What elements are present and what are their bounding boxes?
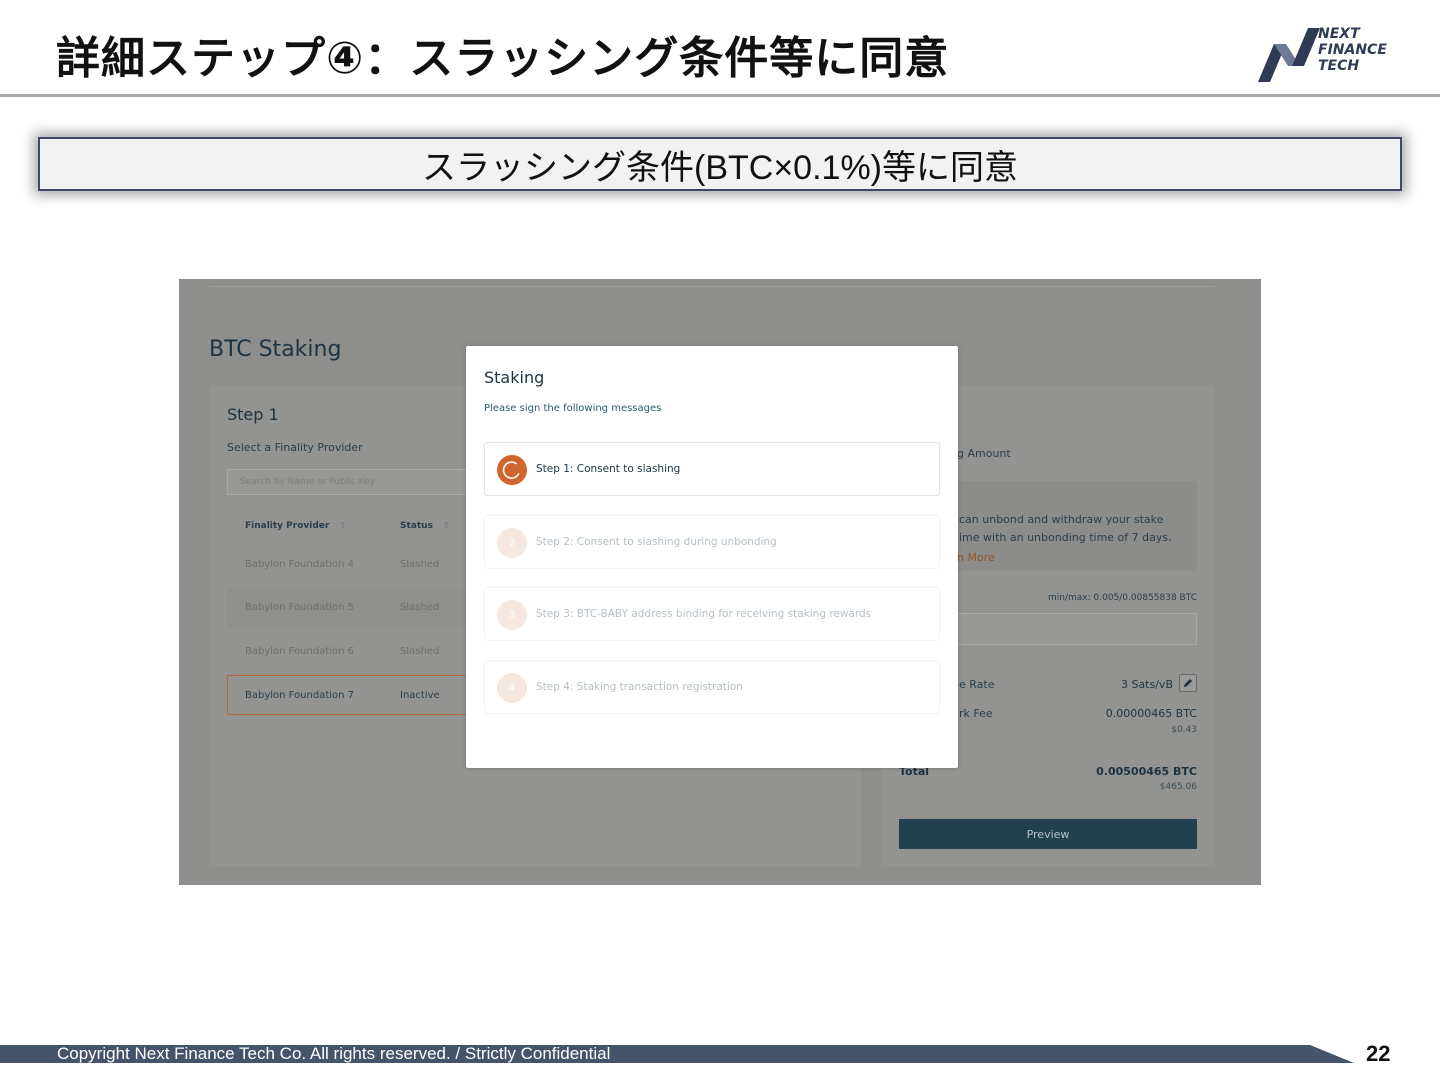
step-item-tx-registration[interactable]: 4 Step 4: Staking transaction registrati… bbox=[484, 660, 940, 714]
network-fee-usd: $0.43 bbox=[1171, 725, 1197, 735]
step-item-address-binding[interactable]: 3 Step 3: BTC-BABY address binding for r… bbox=[484, 587, 940, 641]
table-row[interactable]: Babylon Foundation 6 Slashed bbox=[227, 632, 477, 672]
provider-status: Slashed bbox=[400, 559, 440, 570]
staking-modal: Staking Please sign the following messag… bbox=[466, 346, 958, 768]
header-divider bbox=[0, 94, 1440, 97]
staking-amount-heading: g Amount bbox=[957, 447, 1011, 460]
logo-mark-icon bbox=[1258, 28, 1320, 82]
fee-rate-value: 3 Sats/vB bbox=[1120, 678, 1173, 691]
step-label: Step 3: BTC-BABY address binding for rec… bbox=[536, 608, 872, 620]
loading-spinner-icon bbox=[497, 455, 527, 485]
column-header-status[interactable]: Status ⇕ bbox=[400, 521, 450, 531]
step-number-badge: 4 bbox=[497, 673, 527, 703]
edit-fee-icon[interactable] bbox=[1179, 674, 1197, 692]
preview-button[interactable]: Preview bbox=[899, 819, 1197, 849]
logo-text: NEXT FINANCE TECH bbox=[1318, 26, 1387, 74]
provider-status: Inactive bbox=[400, 690, 440, 701]
provider-name: Babylon Foundation 7 bbox=[245, 690, 355, 701]
provider-name: Babylon Foundation 4 bbox=[245, 559, 355, 570]
page-heading: BTC Staking bbox=[209, 337, 342, 362]
footer-copyright: Copyright Next Finance Tech Co. All righ… bbox=[57, 1044, 611, 1063]
provider-name: Babylon Foundation 6 bbox=[245, 646, 355, 657]
step-label: Step 4: Staking transaction registration bbox=[536, 681, 743, 693]
select-provider-label: Select a Finality Provider bbox=[227, 441, 363, 454]
slide-title: 詳細ステップ④：スラッシング条件等に同意 bbox=[56, 33, 950, 84]
table-row[interactable]: Babylon Foundation 5 Slashed bbox=[227, 588, 477, 628]
unbond-info-line2: ime with an unbonding time of 7 days. bbox=[959, 531, 1172, 544]
step-item-consent-unbonding[interactable]: 2 Step 2: Consent to slashing during unb… bbox=[484, 515, 940, 569]
page-number: 22 bbox=[1366, 1041, 1391, 1066]
subtitle-text: スラッシング条件(BTC×0.1%)等に同意 bbox=[422, 148, 1018, 187]
column-header-finality-provider[interactable]: Finality Provider ⇕ bbox=[245, 521, 346, 531]
modal-subtitle: Please sign the following messages bbox=[484, 403, 662, 414]
learn-more-link[interactable]: n More bbox=[957, 551, 995, 564]
sort-icon[interactable]: ⇕ bbox=[443, 521, 450, 530]
step-number-badge: 3 bbox=[497, 600, 527, 630]
provider-status: Slashed bbox=[400, 602, 440, 613]
provider-search-input[interactable]: Search by Name or Public Key bbox=[227, 469, 487, 495]
search-placeholder: Search by Name or Public Key bbox=[240, 477, 375, 487]
unbond-info-line1: can unbond and withdraw your stake bbox=[959, 513, 1164, 526]
footer-arrow-shape bbox=[1310, 1045, 1354, 1063]
modal-title: Staking bbox=[484, 368, 545, 387]
total-btc: 0.00500465 BTC bbox=[1096, 765, 1197, 778]
top-card-edge bbox=[209, 279, 1215, 287]
network-fee-label: rk Fee bbox=[959, 707, 993, 720]
provider-name: Babylon Foundation 5 bbox=[245, 602, 355, 613]
step-label: Step 2: Consent to slashing during unbon… bbox=[536, 536, 777, 548]
company-logo: NEXT FINANCE TECH bbox=[1256, 26, 1396, 84]
min-max-label: min/max: 0.005/0.00855838 BTC bbox=[1048, 593, 1197, 603]
network-fee-btc: 0.00000465 BTC bbox=[1105, 707, 1197, 720]
step-item-consent-slashing[interactable]: Step 1: Consent to slashing bbox=[484, 442, 940, 496]
step-number-badge: 2 bbox=[497, 528, 527, 558]
table-row-selected[interactable]: Babylon Foundation 7 Inactive bbox=[227, 675, 477, 715]
step1-heading: Step 1 bbox=[227, 405, 279, 424]
table-row[interactable]: Babylon Foundation 4 Slashed bbox=[227, 545, 477, 585]
total-usd: $465.06 bbox=[1159, 782, 1197, 792]
step-label: Step 1: Consent to slashing bbox=[536, 463, 681, 475]
fee-rate-label: e Rate bbox=[959, 678, 995, 691]
sort-icon[interactable]: ⇕ bbox=[339, 521, 346, 530]
subtitle-banner: スラッシング条件(BTC×0.1%)等に同意 bbox=[38, 137, 1402, 191]
provider-status: Slashed bbox=[400, 646, 440, 657]
